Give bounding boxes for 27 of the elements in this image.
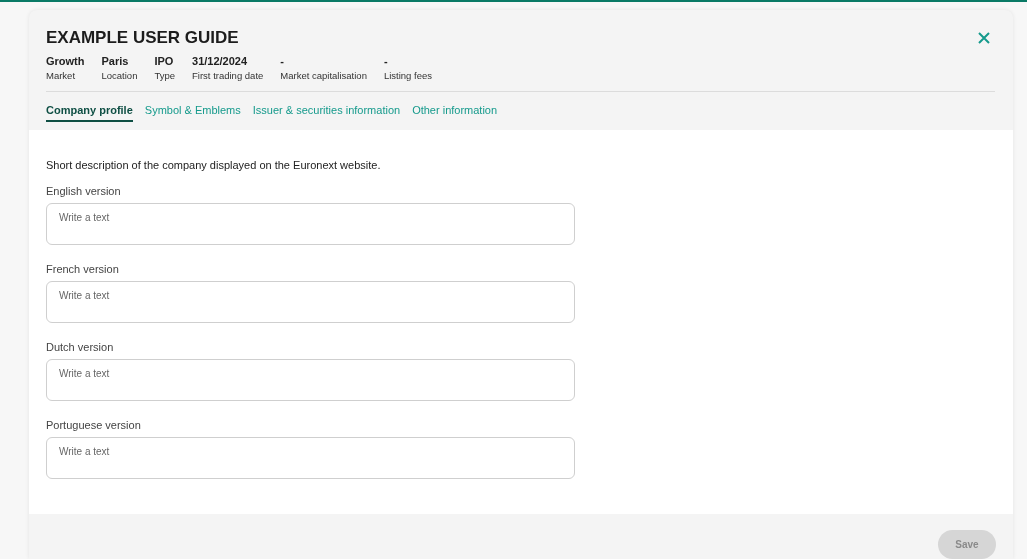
- tab[interactable]: Issuer & securities information: [252, 104, 401, 122]
- fact-value: Paris: [101, 55, 130, 67]
- text-field[interactable]: Write a text: [46, 203, 575, 245]
- tab[interactable]: Symbol & Emblems: [144, 104, 241, 122]
- field-label: English version: [46, 185, 122, 197]
- fact-value: -: [280, 55, 285, 67]
- close-icon[interactable]: [977, 31, 991, 45]
- field-label: French version: [46, 263, 120, 275]
- fact-label: Listing fees: [383, 70, 432, 81]
- fact-label: First trading date: [192, 70, 264, 81]
- description-text: Short description of the company displayed on the Euronext website.: [46, 159, 382, 171]
- fact-label: Location: [101, 70, 138, 81]
- dialog-title: EXAMPLE USER GUIDE: [46, 28, 239, 48]
- tab[interactable]: Company profile: [46, 104, 133, 122]
- fact-label: Market capitalisation: [280, 70, 367, 81]
- text-field[interactable]: Write a text: [46, 359, 575, 401]
- fact-value: Growth: [46, 55, 85, 67]
- tab[interactable]: Other information: [412, 104, 498, 122]
- fact-value: IPO: [154, 55, 175, 67]
- fact-label: Type: [154, 70, 176, 81]
- fact-label: Market: [46, 70, 77, 81]
- text-field[interactable]: Write a text: [46, 437, 575, 479]
- field-label: Portuguese version: [46, 419, 142, 431]
- field-label: Dutch version: [46, 341, 115, 353]
- fact-value: -: [383, 55, 389, 67]
- text-field[interactable]: Write a text: [46, 281, 575, 323]
- fact-value: 31/12/2024: [192, 55, 249, 67]
